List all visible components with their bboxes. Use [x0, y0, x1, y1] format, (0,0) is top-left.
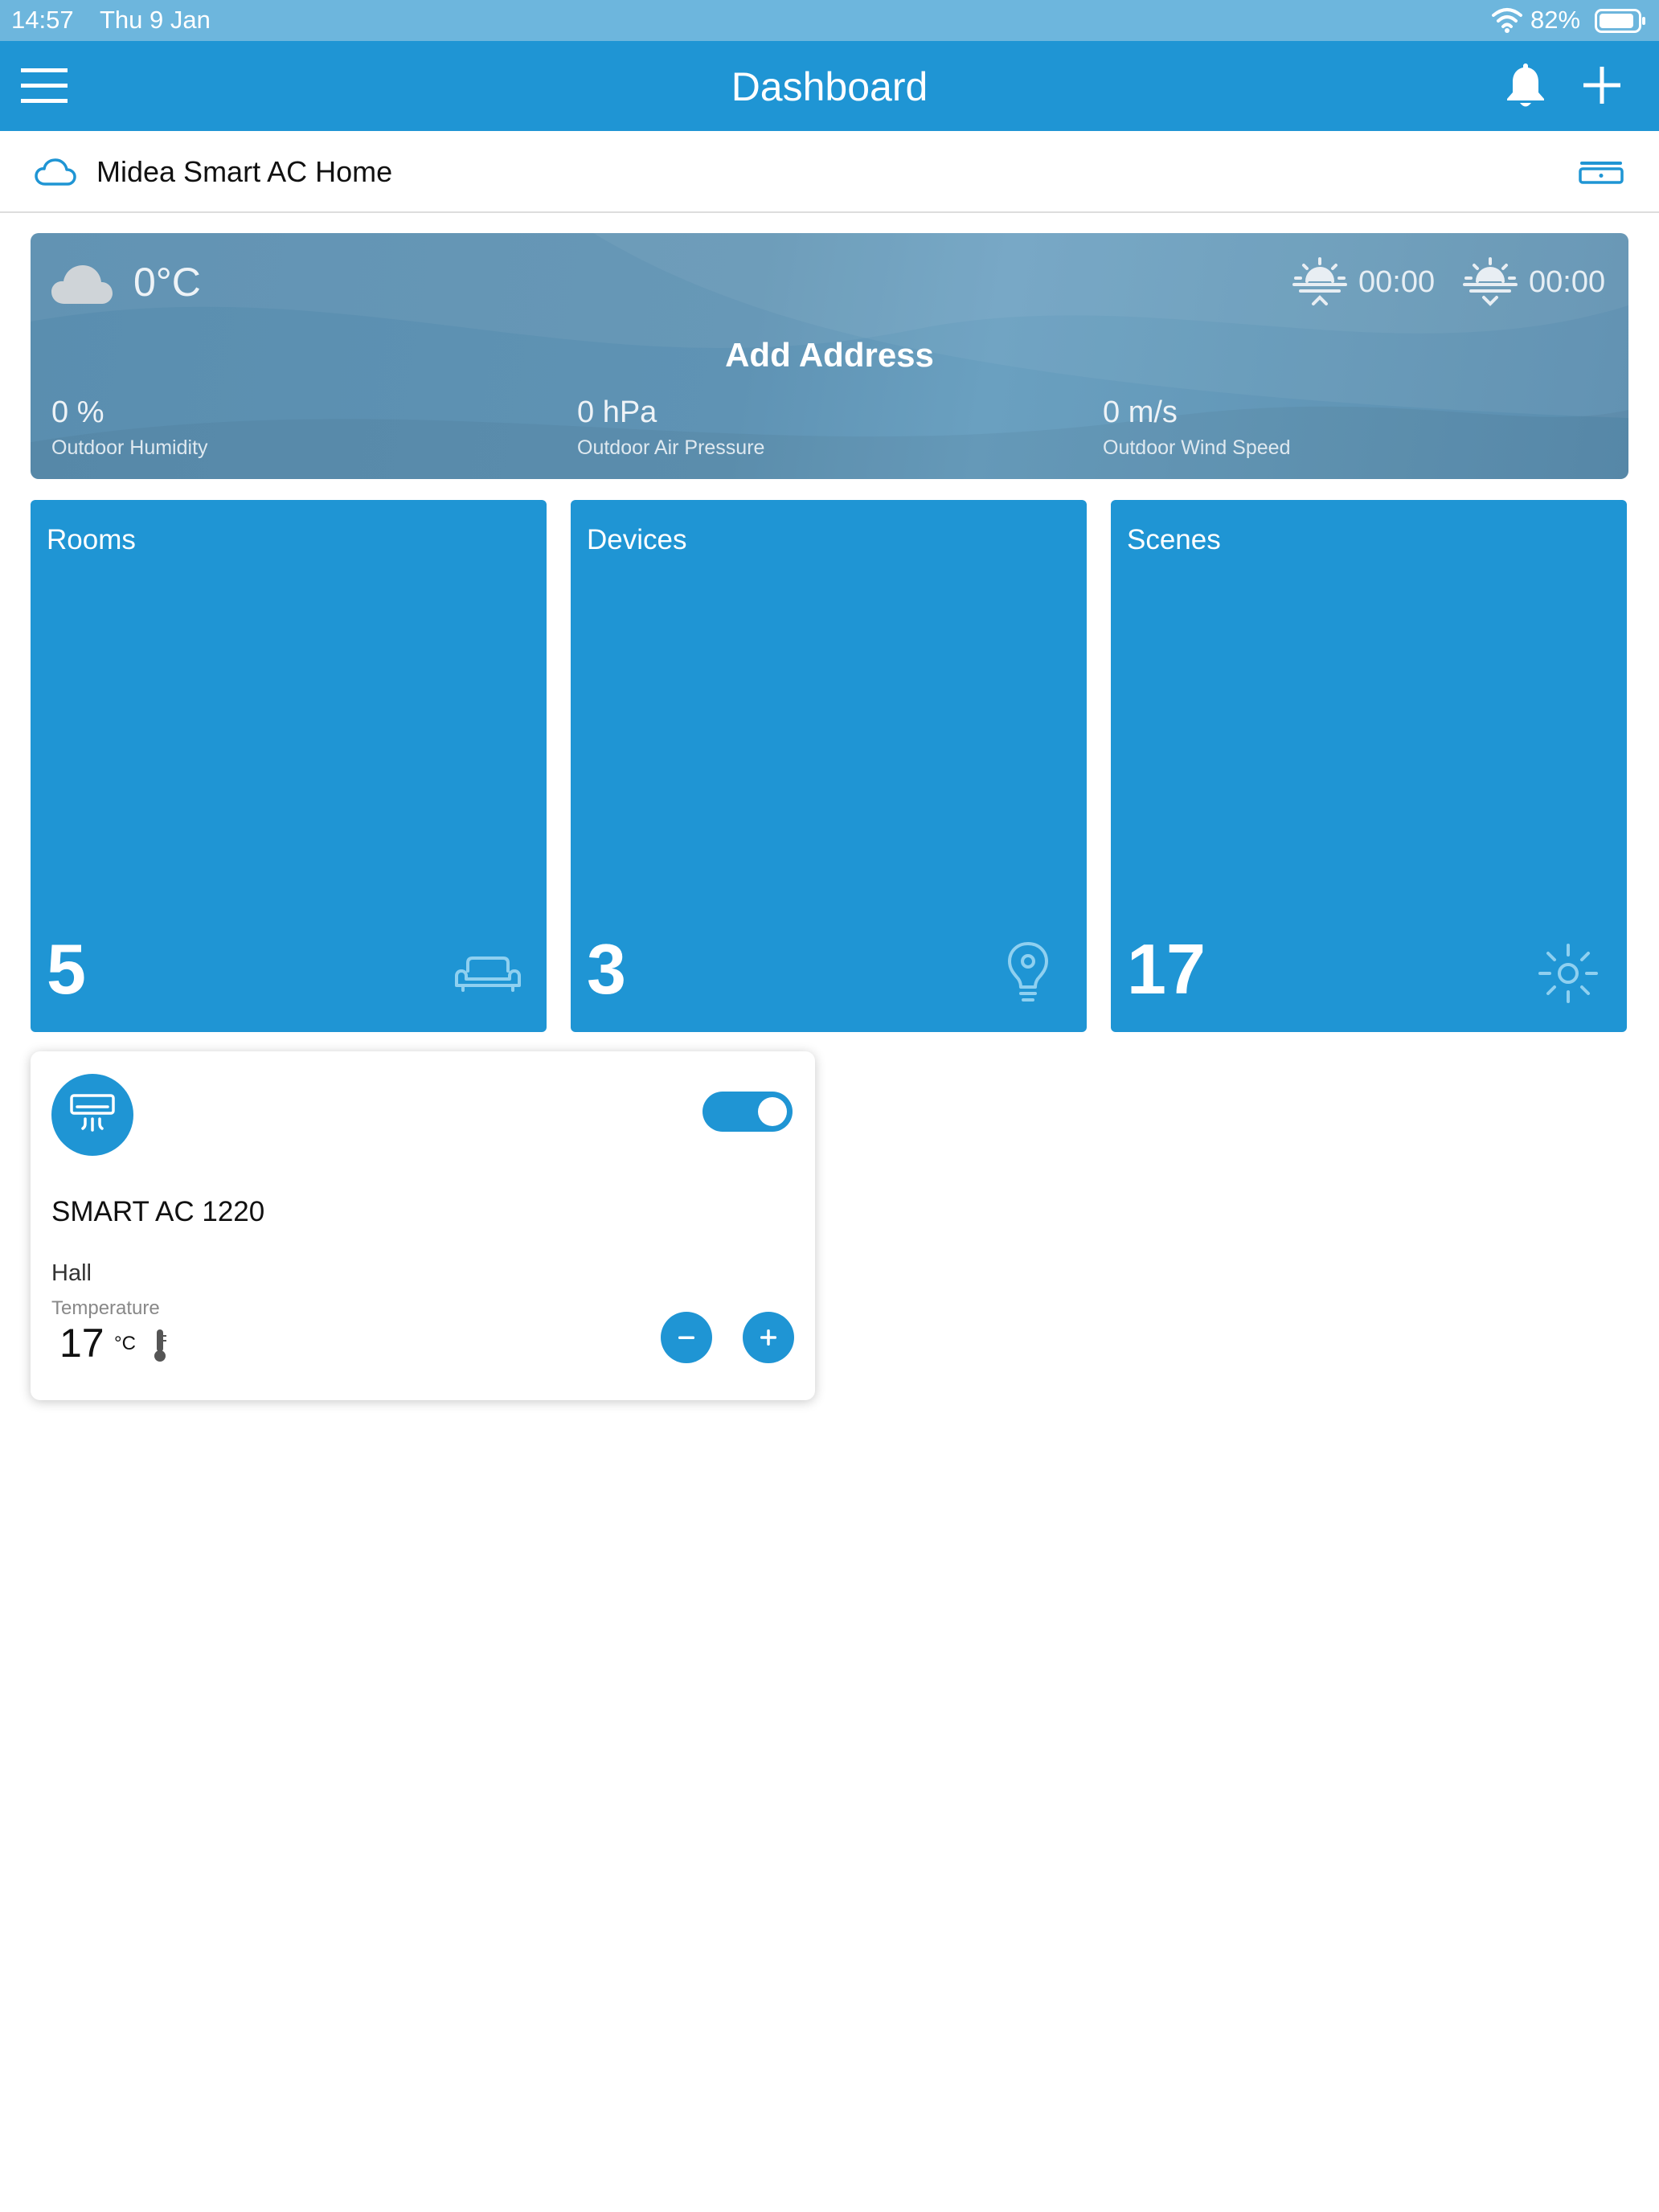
wind-speed-label: Outdoor Wind Speed: [1103, 436, 1291, 459]
wind-speed-stat: 0 m/s Outdoor Wind Speed: [1103, 395, 1290, 460]
scenes-count: 17: [1127, 929, 1206, 1009]
sunset-time: 00:00: [1529, 265, 1606, 299]
add-icon[interactable]: [1580, 63, 1624, 107]
home-name: Midea Smart AC Home: [96, 155, 393, 188]
thermometer-icon: [154, 1329, 166, 1362]
devices-count: 3: [587, 929, 626, 1009]
rooms-count: 5: [47, 929, 86, 1009]
status-date: Thu 9 Jan: [100, 6, 211, 34]
bell-icon[interactable]: [1501, 60, 1550, 110]
sunset-icon: [1463, 257, 1518, 306]
humidity-stat: 0 % Outdoor Humidity: [51, 395, 208, 460]
battery-percentage: 82%: [1530, 6, 1581, 34]
air-pressure-stat: 0 hPa Outdoor Air Pressure: [577, 395, 764, 460]
wifi-icon: [1492, 8, 1522, 33]
power-toggle[interactable]: [703, 1092, 793, 1132]
minus-icon: [678, 1336, 694, 1339]
add-address-link[interactable]: Add Address: [31, 336, 1628, 375]
air-pressure-value: 0 hPa: [577, 395, 657, 429]
status-bar: 14:57 Thu 9 Jan 82%: [0, 0, 1659, 41]
device-room: Hall: [51, 1260, 92, 1286]
temperature-unit: °C: [114, 1333, 136, 1354]
wind-speed-value: 0 m/s: [1103, 395, 1178, 429]
rooms-tile[interactable]: Rooms 5: [31, 500, 547, 1032]
device-name: SMART AC 1220: [51, 1196, 265, 1227]
lightbulb-icon: [1008, 942, 1048, 1002]
increase-temperature-button[interactable]: [743, 1312, 794, 1363]
status-time: 14:57: [11, 6, 74, 34]
scenes-tile[interactable]: Scenes 17: [1111, 500, 1627, 1032]
outdoor-temperature: 0°C: [133, 260, 201, 305]
weather-card[interactable]: 0°C 00:00 00:00 Add Address 0 % Outdoor …: [31, 233, 1628, 479]
temperature-value: 17: [59, 1321, 104, 1366]
sunrise-time: 00:00: [1358, 265, 1436, 299]
weather-cloud-icon: [51, 265, 113, 304]
sunrise-icon: [1292, 257, 1347, 305]
scenes-tile-title: Scenes: [1127, 524, 1221, 555]
device-card[interactable]: SMART AC 1220 Hall Temperature 17 °C: [31, 1051, 815, 1400]
page-title: Dashboard: [731, 64, 928, 109]
humidity-value: 0 %: [51, 395, 104, 429]
toggle-knob: [758, 1097, 787, 1126]
air-conditioner-icon: [70, 1094, 115, 1132]
home-switch-icon[interactable]: [1579, 160, 1624, 184]
plus-icon: [760, 1329, 776, 1346]
app-bar: Dashboard: [0, 41, 1659, 131]
battery-icon: [1595, 9, 1645, 33]
air-pressure-label: Outdoor Air Pressure: [577, 436, 765, 459]
sofa-icon: [455, 956, 521, 992]
decrease-temperature-button[interactable]: [661, 1312, 712, 1363]
rooms-tile-title: Rooms: [47, 524, 136, 555]
home-selector[interactable]: Midea Smart AC Home: [0, 131, 1659, 213]
temperature-label: Temperature: [51, 1297, 160, 1319]
devices-tile[interactable]: Devices 3: [571, 500, 1087, 1032]
humidity-label: Outdoor Humidity: [51, 436, 208, 459]
device-avatar: [51, 1074, 133, 1156]
sun-icon: [1538, 944, 1598, 1003]
cloud-icon: [35, 158, 76, 186]
devices-tile-title: Devices: [587, 524, 687, 555]
